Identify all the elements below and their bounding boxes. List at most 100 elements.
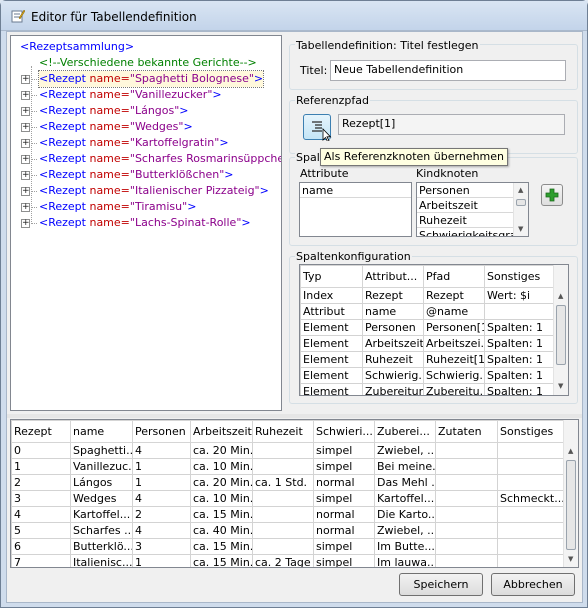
column-header[interactable]: name [70,420,133,443]
config-row[interactable]: ElementPersonenPersonen[1]Spalten: 1 [300,319,555,336]
table-cell[interactable] [435,442,498,459]
column-header[interactable]: Schwieri... [313,420,375,443]
table-cell[interactable]: ca. 40 Min. [190,522,253,539]
table-cell[interactable]: 1 [132,554,191,567]
column-header[interactable]: Zuberei... [374,420,436,443]
tree-root[interactable]: <Rezeptsammlung> [20,39,134,55]
tree-node-rezept[interactable]: <Rezept name="Butterklößchen"> [39,167,234,183]
config-cell[interactable]: Arbeitszei... [423,335,485,352]
expand-toggle[interactable]: + [21,75,30,84]
column-header[interactable]: Rezept [11,420,71,443]
table-cell[interactable]: ca. 10 Min. [190,458,253,475]
config-row[interactable]: Element Arbeitszeit Arbeitszei... Spalten: … [300,335,555,352]
preview-scrollbar[interactable]: ▲ ▼ [563,420,578,567]
table-cell[interactable]: 1 [132,458,191,475]
column-header[interactable]: Typ [300,265,363,288]
title-input[interactable]: Neue Tabellendefinition [330,60,566,81]
tree-node-rezept[interactable]: <Rezept name="Lángos"> [39,103,189,119]
table-cell[interactable]: 2 [132,506,191,523]
table-cell[interactable]: Kartoffel... [70,506,133,523]
config-cell[interactable]: Arbeitszeit [362,335,424,352]
table-cell[interactable]: 7 [11,554,71,567]
table-cell[interactable]: normal [313,506,375,523]
table-row[interactable]: 7 Italienisc... 1 ca. 15 Min. ca. 2 Tage simp… [11,554,564,567]
table-row[interactable]: 4 Kartoffel... 2 ca. 15 Min. normal Die Karto… [11,506,564,523]
table-cell[interactable]: ca. 15 Min. [190,538,253,555]
column-header[interactable]: Personen [132,420,191,443]
table-cell[interactable]: Wedges [70,490,133,507]
splitter[interactable] [7,414,582,418]
table-cell[interactable]: simpel [313,554,375,567]
table-cell[interactable] [435,490,498,507]
table-cell[interactable]: 1 [11,458,71,475]
expand-toggle[interactable]: + [21,91,30,100]
expand-toggle[interactable]: + [21,123,30,132]
config-cell[interactable]: Element [300,383,363,395]
table-cell[interactable]: 4 [132,442,191,459]
table-cell[interactable] [435,458,498,475]
config-cell[interactable]: Ruhezeit[1] [423,351,485,368]
config-cell[interactable]: Element [300,367,363,384]
config-row[interactable]: Index Rezept Rezept Wert: $i [300,287,555,304]
expand-toggle[interactable]: + [21,219,30,228]
config-cell[interactable]: Schwierig... [423,367,485,384]
config-row[interactable]: Element Ruhezeit Ruhezeit[1] Spalten: 1 [300,351,555,368]
table-row[interactable]: 5 Scharfes ... 4 ca. 40 Min. normal Zwiebel, … [11,522,564,539]
tree-node-rezept[interactable]: <Rezept name="Vanillezucker"> [39,87,222,103]
table-cell[interactable] [497,522,564,539]
config-cell[interactable]: Spalten: 1 [484,351,555,368]
config-cell[interactable]: Wert: $i [484,287,555,304]
table-cell[interactable] [252,522,314,539]
tree-node-rezept[interactable]: <Rezept name="Lachs-Spinat-Rolle"> [39,215,251,231]
tree-comment[interactable]: <!--Verschiedene bekannte Gerichte--> [39,55,257,71]
table-cell[interactable]: 4 [132,522,191,539]
table-cell[interactable]: simpel [313,538,375,555]
column-config-table[interactable]: Typ Attribut... Pfad Sonstiges Index Rezept R… [299,264,569,396]
table-cell[interactable]: Zwiebel, ... [374,442,436,459]
tree-node-rezept[interactable]: <Rezept name="Spaghetti Bolognese"> [37,70,265,88]
table-cell[interactable] [435,522,498,539]
table-row[interactable]: 6 Butterklö... 3 ca. 15 Min. simpel Im Butte.… [11,538,564,555]
scroll-up-arrow[interactable]: ▲ [558,292,563,300]
table-cell[interactable] [435,554,498,567]
table-cell[interactable]: ca. 2 Tage [252,554,314,567]
table-cell[interactable]: Scharfes ... [70,522,133,539]
config-cell[interactable]: Zubereitu... [423,383,485,395]
scroll-up-arrow[interactable]: ▲ [568,447,573,455]
config-cell[interactable]: Spalten: 1 [484,383,555,395]
table-cell[interactable]: ca. 10 Min. [190,490,253,507]
cancel-button[interactable]: Abbrechen [491,573,575,596]
table-cell[interactable]: Spaghetti... [70,442,133,459]
table-cell[interactable]: Italienisc... [70,554,133,567]
table-cell[interactable]: 0 [11,442,71,459]
table-cell[interactable]: ca. 15 Min. [190,506,253,523]
child-item[interactable]: Arbeitszeit [417,198,528,213]
save-button[interactable]: Speichern [399,573,483,596]
add-column-button[interactable] [541,184,563,206]
scroll-down-arrow[interactable]: ▼ [518,225,523,233]
table-cell[interactable]: 4 [11,506,71,523]
table-cell[interactable] [497,506,564,523]
config-row[interactable]: Attribut name @name [300,303,555,320]
table-cell[interactable] [497,474,564,491]
config-cell[interactable]: Ruhezeit [362,351,424,368]
config-cell[interactable]: Element [300,351,363,368]
table-cell[interactable]: Bei meine... [374,458,436,475]
attribute-item[interactable]: name [300,183,411,198]
expand-toggle[interactable]: + [21,171,30,180]
table-cell[interactable]: Vanillezuc... [70,458,133,475]
config-cell[interactable]: Schwierig... [362,367,424,384]
scroll-up-arrow[interactable]: ▲ [518,186,523,194]
config-cell[interactable]: Zubereitung [362,383,424,395]
table-cell[interactable]: Butterklö... [70,538,133,555]
expand-toggle[interactable]: + [21,203,30,212]
set-reference-node-button[interactable] [303,114,332,143]
table-cell[interactable]: normal [313,474,375,491]
table-cell[interactable]: Die Karto... [374,506,436,523]
config-cell[interactable]: Spalten: 1 [484,335,555,352]
config-cell[interactable]: Element [300,335,363,352]
table-cell[interactable]: ca. 20 Min. [190,442,253,459]
table-cell[interactable] [252,538,314,555]
table-cell[interactable] [252,458,314,475]
table-cell[interactable] [497,554,564,567]
